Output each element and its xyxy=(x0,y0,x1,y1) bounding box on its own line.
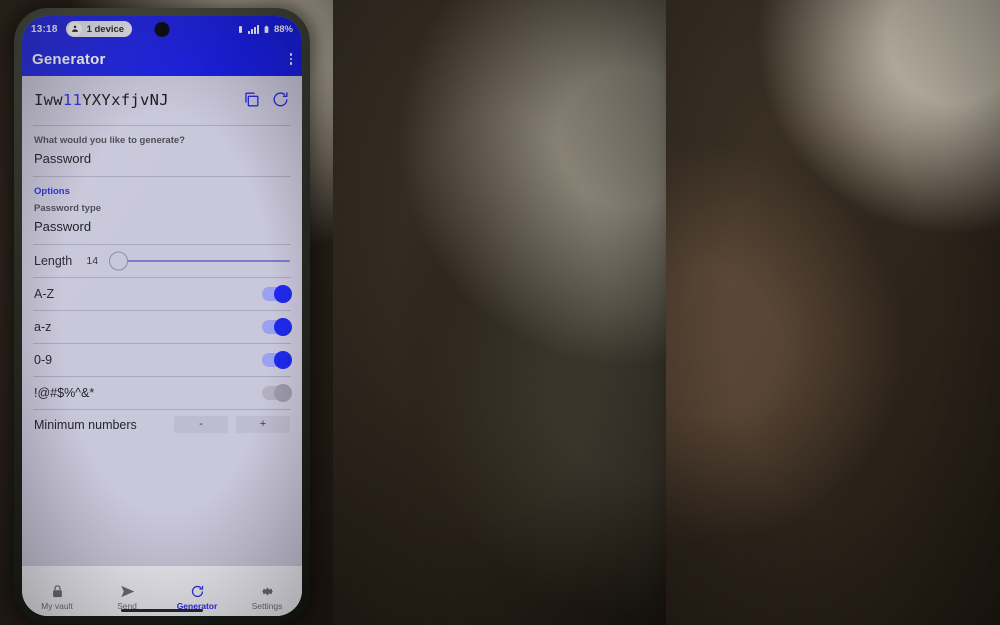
slider-knob[interactable] xyxy=(109,251,129,271)
toggle-label: 0-9 xyxy=(34,353,53,367)
minimum-numbers-label: Minimum numbers xyxy=(34,417,137,432)
password-type-label: Password type xyxy=(34,203,102,214)
app-bar-generator: Generator xyxy=(22,42,302,76)
lock-icon xyxy=(52,584,62,597)
nav-item-my-vault[interactable]: My vault xyxy=(22,584,92,611)
toggle-label: !@#$%^&* xyxy=(34,386,95,400)
password-digits: 11 xyxy=(62,90,83,109)
length-row: Length 14 xyxy=(22,245,302,277)
toggle-special[interactable] xyxy=(262,384,292,402)
nav-item-send[interactable]: Send xyxy=(92,584,162,611)
nav-item-generator[interactable]: Generator xyxy=(162,584,232,611)
length-label: Length xyxy=(34,254,73,268)
more-options-icon[interactable] xyxy=(289,53,292,65)
minimum-numbers-increment[interactable]: + xyxy=(236,416,290,433)
generated-password-value: Iww11YXYxfjvNJ xyxy=(34,91,232,109)
password-prefix: Iww xyxy=(34,90,63,109)
phone-screen-generator: 13:18 1 device 88% Generator Iww11YXYxfj… xyxy=(22,16,302,616)
password-suffix: YXYxfjvNJ xyxy=(82,90,169,109)
battery-icon xyxy=(264,25,269,33)
minimum-numbers-decrement[interactable]: - xyxy=(174,416,228,433)
nav-item-settings[interactable]: Settings xyxy=(232,584,302,611)
status-bar: 13:18 1 device 88% xyxy=(22,16,302,42)
device-pill-label: 1 device xyxy=(86,23,125,35)
cast-device-icon xyxy=(67,22,82,36)
options-header: Options xyxy=(34,186,70,197)
signal-bars-icon xyxy=(247,24,259,34)
photo-panel-new-send: 13:18 1 device 88% xyxy=(666,0,1000,625)
toggle-row-uppercase: A-Z xyxy=(22,278,302,310)
toggle-row-numbers: 0-9 xyxy=(22,344,302,376)
toggle-numbers[interactable] xyxy=(262,351,292,369)
what-to-generate-value: Password xyxy=(34,151,92,166)
page-title: Generator xyxy=(32,50,106,68)
password-type-value[interactable]: Password xyxy=(34,219,290,238)
toggle-uppercase[interactable] xyxy=(262,285,292,303)
status-time: 13:18 xyxy=(31,23,58,35)
photo-panel-my-vault: 13:18 1 device 88% xyxy=(333,0,666,625)
phone-device-1: 13:18 1 device 88% Generator Iww11YXYxfj… xyxy=(14,8,310,624)
vibrate-icon xyxy=(238,25,242,33)
generator-content: Iww11YXYxfjvNJ What would you like to ge… xyxy=(22,76,302,616)
screenshot-composite: 13:18 1 device 88% Generator Iww11YXYxfj… xyxy=(0,0,1000,625)
send-icon xyxy=(120,585,134,597)
device-pill[interactable]: 1 device xyxy=(65,21,133,37)
gesture-bar[interactable] xyxy=(121,609,203,612)
refresh-icon xyxy=(191,585,203,597)
bottom-nav-wrap: My vault Send Generator Settings xyxy=(22,566,302,616)
toggle-lowercase[interactable] xyxy=(262,318,292,336)
toggle-row-lowercase: a-z xyxy=(22,311,302,343)
nav-label: Settings xyxy=(251,600,283,611)
toggle-label: A-Z xyxy=(34,287,55,301)
photo-panel-generator: 13:18 1 device 88% Generator Iww11YXYxfj… xyxy=(0,0,333,625)
generated-password-row: Iww11YXYxfjvNJ xyxy=(22,76,302,125)
length-slider[interactable] xyxy=(109,251,290,271)
copy-icon[interactable] xyxy=(242,90,261,109)
status-icons: 88% xyxy=(236,24,293,35)
toggle-label: a-z xyxy=(34,320,52,334)
minimum-numbers-row: Minimum numbers - + xyxy=(22,410,302,437)
options-section: Options Password type Password xyxy=(22,177,302,244)
nav-label: My vault xyxy=(41,600,73,611)
battery-percent: 88% xyxy=(273,23,293,35)
what-to-generate-label: What would you like to generate? xyxy=(34,135,185,146)
camera-punch-hole xyxy=(154,21,170,37)
toggle-row-special: !@#$%^&* xyxy=(22,377,302,409)
gear-icon xyxy=(261,587,273,595)
regenerate-icon[interactable] xyxy=(271,90,290,109)
length-value: 14 xyxy=(86,255,99,267)
what-to-generate-section[interactable]: What would you like to generate? Passwor… xyxy=(22,126,302,176)
